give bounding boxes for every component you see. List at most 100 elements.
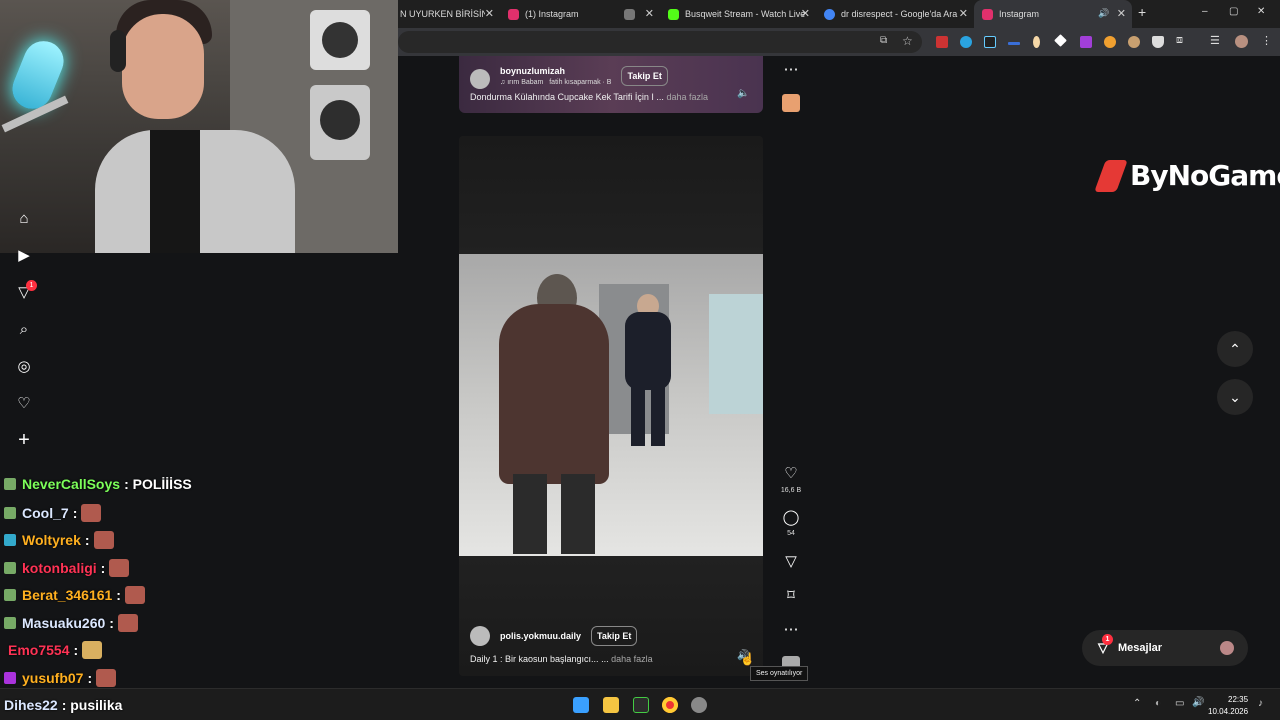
extensions-puzzle-icon[interactable]: ⧈ xyxy=(1176,34,1183,47)
speaker-icon[interactable]: 🔊 xyxy=(1098,8,1109,19)
save-icon[interactable]: ⌑ xyxy=(780,586,802,604)
more-options-icon[interactable]: ⋯ xyxy=(780,60,802,78)
extension-icon[interactable] xyxy=(1054,34,1067,47)
network-icon[interactable]: ▭ xyxy=(1175,698,1184,709)
audio-thumbnail[interactable] xyxy=(782,94,800,112)
tab-2[interactable]: (1) Instagram xyxy=(500,0,616,28)
tab-5[interactable]: dr disrespect - Google'da Ara ✕ xyxy=(816,0,974,28)
chat-text: : xyxy=(73,642,79,658)
chat-message: Berat_346161 : xyxy=(4,586,145,604)
notification-bell-icon[interactable]: ♪ xyxy=(1258,698,1263,709)
extension-icon[interactable] xyxy=(1080,36,1092,48)
close-icon[interactable]: ✕ xyxy=(1117,7,1126,20)
chevron-up-icon: ⌃ xyxy=(1229,340,1241,357)
chat-message: Dihes22 : pusilika xyxy=(4,697,122,713)
share-icon[interactable]: ▽ xyxy=(780,552,802,570)
install-icon[interactable]: ⧉ xyxy=(880,35,887,46)
extension-icon[interactable] xyxy=(960,36,972,48)
more-link[interactable]: daha fazla xyxy=(666,92,708,102)
windows-taskbar: Dihes22 : pusilika ⌃ ◐ ▭ 🔊 22:35 10.04.2… xyxy=(0,688,1280,720)
clock-date: 10.04.2026 xyxy=(1208,707,1249,716)
like-icon[interactable]: ♡ xyxy=(780,464,802,482)
next-reel-button[interactable]: ⌄ xyxy=(1217,379,1253,415)
kebab-menu-icon[interactable]: ⋮ xyxy=(1261,34,1272,47)
more-link[interactable]: daha fazla xyxy=(611,654,653,664)
tab-1[interactable]: N UYURKEN BİRİSİNİ ( ✕ xyxy=(392,0,500,28)
chat-emote xyxy=(109,559,130,577)
username[interactable]: boynuzlumizah xyxy=(500,66,611,76)
avatar xyxy=(1220,641,1234,655)
messages-pill[interactable]: ▽ 1 Mesajlar xyxy=(1082,630,1248,666)
close-icon[interactable]: ✕ xyxy=(645,7,654,20)
extension-icon[interactable] xyxy=(984,36,996,48)
previous-reel-button[interactable]: ⌃ xyxy=(1217,331,1253,367)
tab-3[interactable]: ✕ xyxy=(616,0,660,28)
messages-icon[interactable]: ▽ 1 xyxy=(14,280,37,302)
instagram-page: ⌂ ▶ ▽ 1 ⌕ ◎ ♡ + boynuzlumizah ♫ ırım Bab… xyxy=(0,0,1280,688)
chat-emote xyxy=(124,586,145,604)
close-window-button[interactable]: ✕ xyxy=(1257,6,1265,17)
reel-card-current[interactable]: polis.yokmuu.daily Takip Et Daily 1 : Bi… xyxy=(459,136,763,676)
follow-button[interactable]: Takip Et xyxy=(621,66,668,86)
reels-icon[interactable]: ▶ xyxy=(14,245,34,265)
chrome-icon[interactable] xyxy=(662,697,678,713)
extension-icon[interactable] xyxy=(1008,42,1020,45)
chat-username: kotonbaligi xyxy=(22,560,97,576)
chat-emote xyxy=(96,669,117,687)
bynogame-logo-mark xyxy=(1094,159,1128,192)
comment-icon[interactable]: ◯ xyxy=(780,508,802,526)
app-icon[interactable] xyxy=(691,697,707,713)
audio-artist[interactable]: fatih kısaparmak · B xyxy=(549,79,611,86)
avatar[interactable] xyxy=(470,69,490,89)
tooltip: Ses oynatılıyor xyxy=(750,666,809,681)
tab-4[interactable]: Busqweit Stream - Watch Live o ✕ xyxy=(660,0,816,28)
address-bar[interactable] xyxy=(398,31,922,53)
more-options-icon[interactable]: ⋯ xyxy=(780,620,802,638)
home-icon[interactable]: ⌂ xyxy=(14,208,34,228)
windows-start-icon[interactable] xyxy=(573,697,589,713)
tab-title: Busqweit Stream - Watch Live o xyxy=(685,9,805,19)
close-icon[interactable]: ✕ xyxy=(485,7,494,20)
shield-icon[interactable] xyxy=(1152,36,1164,48)
chat-text: : xyxy=(109,615,114,631)
extension-icon[interactable] xyxy=(1104,36,1116,48)
system-clock[interactable]: 22:35 10.04.2026 xyxy=(1208,694,1248,718)
close-icon[interactable]: ✕ xyxy=(801,7,810,20)
reel-card-previous[interactable]: boynuzlumizah ♫ ırım Babam fatih kısapar… xyxy=(459,56,763,113)
chat-text: : pusilika xyxy=(61,697,123,713)
close-icon[interactable]: ✕ xyxy=(959,7,968,20)
bookmark-star-icon[interactable]: ☆ xyxy=(902,34,913,48)
username[interactable]: polis.yokmuu.daily xyxy=(500,631,581,641)
chevron-up-icon[interactable]: ⌃ xyxy=(1133,698,1141,709)
profile-avatar[interactable] xyxy=(1235,35,1248,48)
audio-title[interactable]: ırım Babam xyxy=(507,79,543,86)
extension-icon[interactable] xyxy=(1033,36,1040,48)
new-tab-button[interactable]: + xyxy=(1138,4,1146,20)
instagram-icon xyxy=(508,8,519,20)
reel-author: polis.yokmuu.daily Takip Et xyxy=(470,626,638,646)
chevron-down-icon: ⌄ xyxy=(1229,388,1241,405)
google-icon xyxy=(824,8,835,20)
follow-button[interactable]: Takip Et xyxy=(591,626,638,646)
tab-6-active[interactable]: Instagram 🔊 ✕ xyxy=(974,0,1132,28)
terminal-icon[interactable] xyxy=(633,697,649,713)
adblock-extension-icon[interactable] xyxy=(936,36,948,48)
speaker-icon[interactable]: 🔈 xyxy=(737,88,749,99)
maximize-button[interactable]: ▢ xyxy=(1229,6,1238,17)
create-icon[interactable]: + xyxy=(14,429,34,451)
file-explorer-icon[interactable] xyxy=(603,697,619,713)
explore-icon[interactable]: ◎ xyxy=(14,356,34,376)
minimize-button[interactable]: – xyxy=(1202,6,1208,17)
chat-username: yusufb07 xyxy=(22,670,84,686)
avatar[interactable] xyxy=(470,626,490,646)
extension-icon[interactable] xyxy=(1128,36,1140,48)
reading-list-icon[interactable]: ☰ xyxy=(1210,34,1220,47)
instagram-icon xyxy=(982,8,993,20)
microphone-icon[interactable]: ◐ xyxy=(1155,698,1161,709)
chat-emote xyxy=(117,614,138,632)
search-icon[interactable]: ⌕ xyxy=(14,319,34,339)
notifications-icon[interactable]: ♡ xyxy=(14,393,34,413)
volume-icon[interactable]: 🔊 xyxy=(1192,697,1204,708)
reel-video[interactable] xyxy=(459,254,763,556)
chat-badge-icon xyxy=(4,534,16,546)
